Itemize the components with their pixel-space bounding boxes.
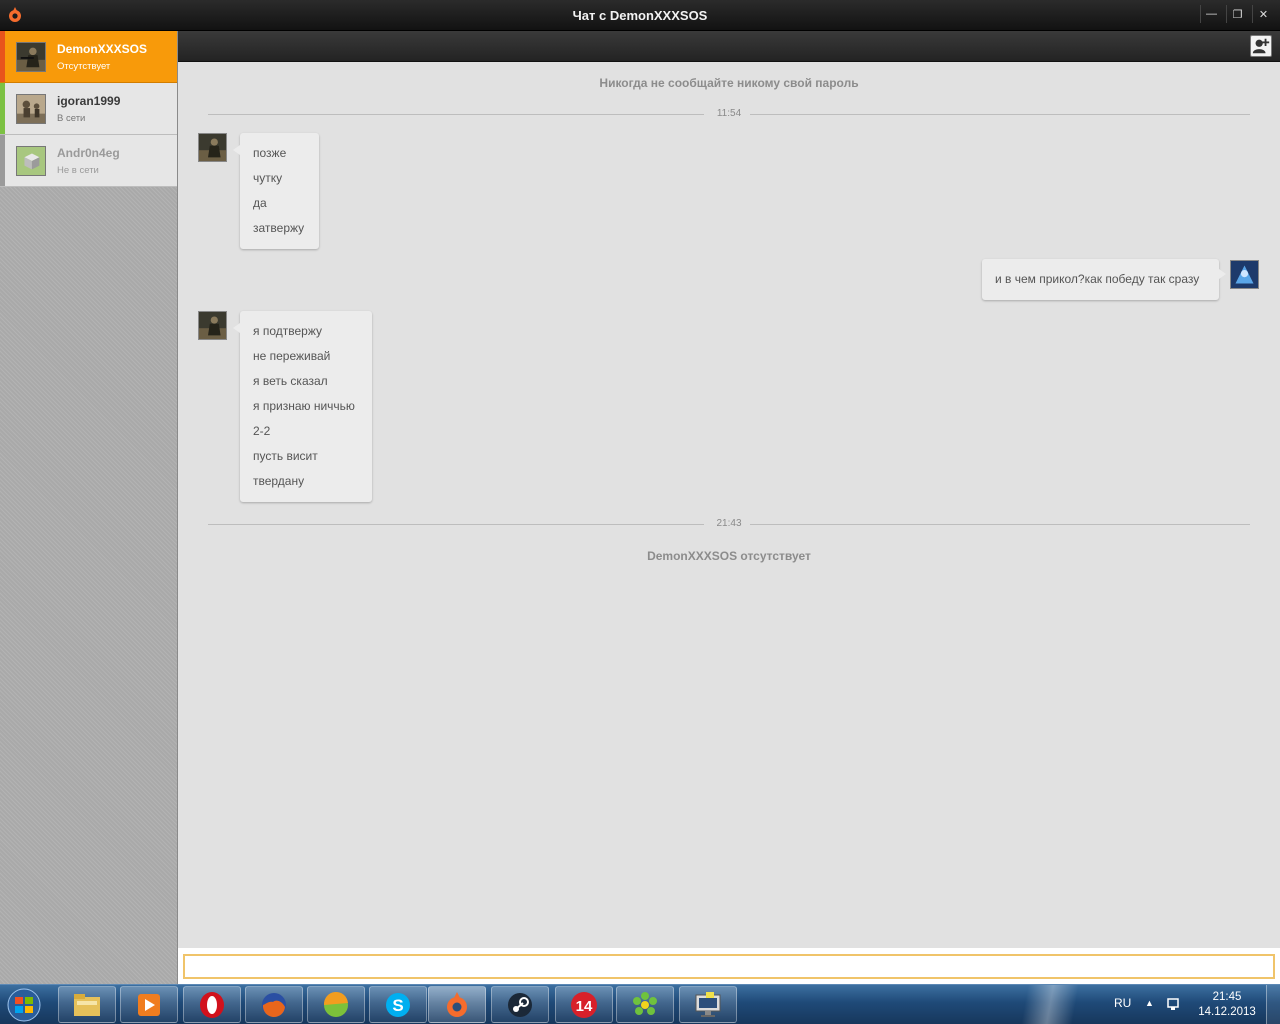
message-text: я подтвержу	[253, 324, 322, 338]
taskbar-monitor[interactable]	[679, 986, 737, 1023]
tray-expand-icon[interactable]: ▲	[1145, 998, 1154, 1008]
contact-item-igoran1999[interactable]: igoran1999 В сети	[0, 83, 177, 135]
taskbar-app-14[interactable]: 14	[555, 986, 613, 1023]
contact-name: igoran1999	[57, 94, 121, 108]
avatar	[16, 146, 46, 176]
network-icon[interactable]	[1166, 996, 1182, 1012]
add-friend-button[interactable]	[1250, 35, 1272, 57]
media-player-icon	[138, 993, 160, 1016]
window-title: Чат с DemonXXXSOS	[572, 8, 708, 23]
taskbar-explorer[interactable]	[58, 986, 116, 1023]
taskbar-firefox[interactable]	[245, 986, 303, 1023]
avatar	[1230, 260, 1259, 289]
opera-icon	[200, 991, 224, 1018]
message-composer	[178, 948, 1280, 984]
taskbar-icq[interactable]	[616, 986, 674, 1023]
svg-text:S: S	[392, 996, 403, 1015]
message-text: твердану	[253, 474, 305, 488]
contact-status: Отсутствует	[57, 61, 111, 72]
steam-icon	[508, 992, 532, 1017]
window-titlebar: Чат с DemonXXXSOS — ❐ ✕	[0, 0, 1280, 31]
message-text: не переживай	[253, 349, 331, 363]
message-text: затвержу	[253, 221, 305, 235]
close-button[interactable]: ✕	[1252, 5, 1274, 23]
firefox-icon	[262, 992, 286, 1017]
add-friend-icon	[1252, 38, 1270, 54]
message-text: и в чем прикол?как победу так сразу	[995, 272, 1200, 286]
message-bubble: позже чутку да затвержу	[233, 133, 319, 249]
status-stripe	[0, 135, 5, 186]
security-notice: Никогда не сообщайте никому свой пароль	[599, 76, 859, 90]
chat-toolbar	[178, 31, 1280, 62]
contact-name: DemonXXXSOS	[57, 42, 148, 56]
taskbar-vector-app[interactable]	[307, 986, 365, 1023]
taskbar-steam[interactable]	[491, 986, 549, 1023]
taskbar-origin[interactable]	[428, 986, 486, 1023]
taskbar-opera[interactable]	[183, 986, 241, 1023]
avatar	[16, 42, 46, 72]
time-separator: 21:43	[208, 518, 1250, 530]
message-text: я веть сказал	[253, 374, 328, 388]
message-text: 2-2	[253, 424, 271, 438]
avatar	[198, 311, 227, 340]
avatar	[198, 133, 227, 162]
avatar	[16, 94, 46, 124]
restore-button[interactable]: ❐	[1226, 5, 1248, 23]
own-message-bubble: и в чем прикол?как победу так сразу	[982, 259, 1226, 300]
origin-icon	[447, 991, 467, 1017]
taskbar-media-player[interactable]	[120, 986, 178, 1023]
message-text: да	[253, 196, 267, 210]
contact-item-demonxxxsos[interactable]: DemonXXXSOS Отсутствует	[0, 31, 177, 83]
language-indicator[interactable]: RU	[1114, 996, 1131, 1010]
chat-history[interactable]: Никогда не сообщайте никому свой пароль …	[178, 62, 1280, 948]
contacts-sidebar: DemonXXXSOS Отсутствует igoran1999 В сет…	[0, 31, 178, 984]
windows-taskbar: S 14 RU ▲ 21:45 14.12.2013	[0, 984, 1280, 1024]
taskbar-skype[interactable]: S	[369, 986, 427, 1023]
skype-icon: S	[386, 992, 410, 1017]
clock-time: 21:45	[1212, 991, 1242, 1003]
away-status-note: DemonXXXSOS отсутствует	[647, 549, 811, 563]
status-stripe	[0, 31, 5, 82]
status-stripe	[0, 83, 5, 134]
folder-icon	[74, 993, 100, 1016]
svg-text:14: 14	[576, 998, 593, 1015]
message-input[interactable]	[183, 954, 1275, 979]
message-text: позже	[253, 146, 287, 160]
contact-status: В сети	[57, 113, 86, 124]
message-bubble: я подтвержу не переживай я веть сказал я…	[233, 311, 372, 502]
minimize-button[interactable]: —	[1200, 5, 1222, 23]
clock-date: 14.12.2013	[1198, 1006, 1256, 1018]
message-text: пусть висит	[253, 449, 318, 463]
contact-status: Не в сети	[57, 165, 99, 176]
message-text: я признаю ниччью	[253, 399, 355, 413]
message-text: чутку	[253, 171, 283, 185]
show-desktop-button[interactable]	[1266, 985, 1280, 1024]
time-separator: 11:54	[208, 108, 1250, 120]
icq-flower-icon	[633, 991, 657, 1015]
start-button[interactable]	[2, 987, 46, 1023]
contact-name: Andr0n4eg	[57, 146, 120, 160]
contact-item-andr0n4eg[interactable]: Andr0n4eg Не в сети	[0, 135, 177, 187]
monitor-icon	[695, 991, 721, 1017]
system-clock[interactable]: 21:45 14.12.2013	[1196, 990, 1258, 1020]
colorful-ball-icon	[323, 991, 348, 1017]
badge-14-icon: 14	[571, 991, 597, 1018]
